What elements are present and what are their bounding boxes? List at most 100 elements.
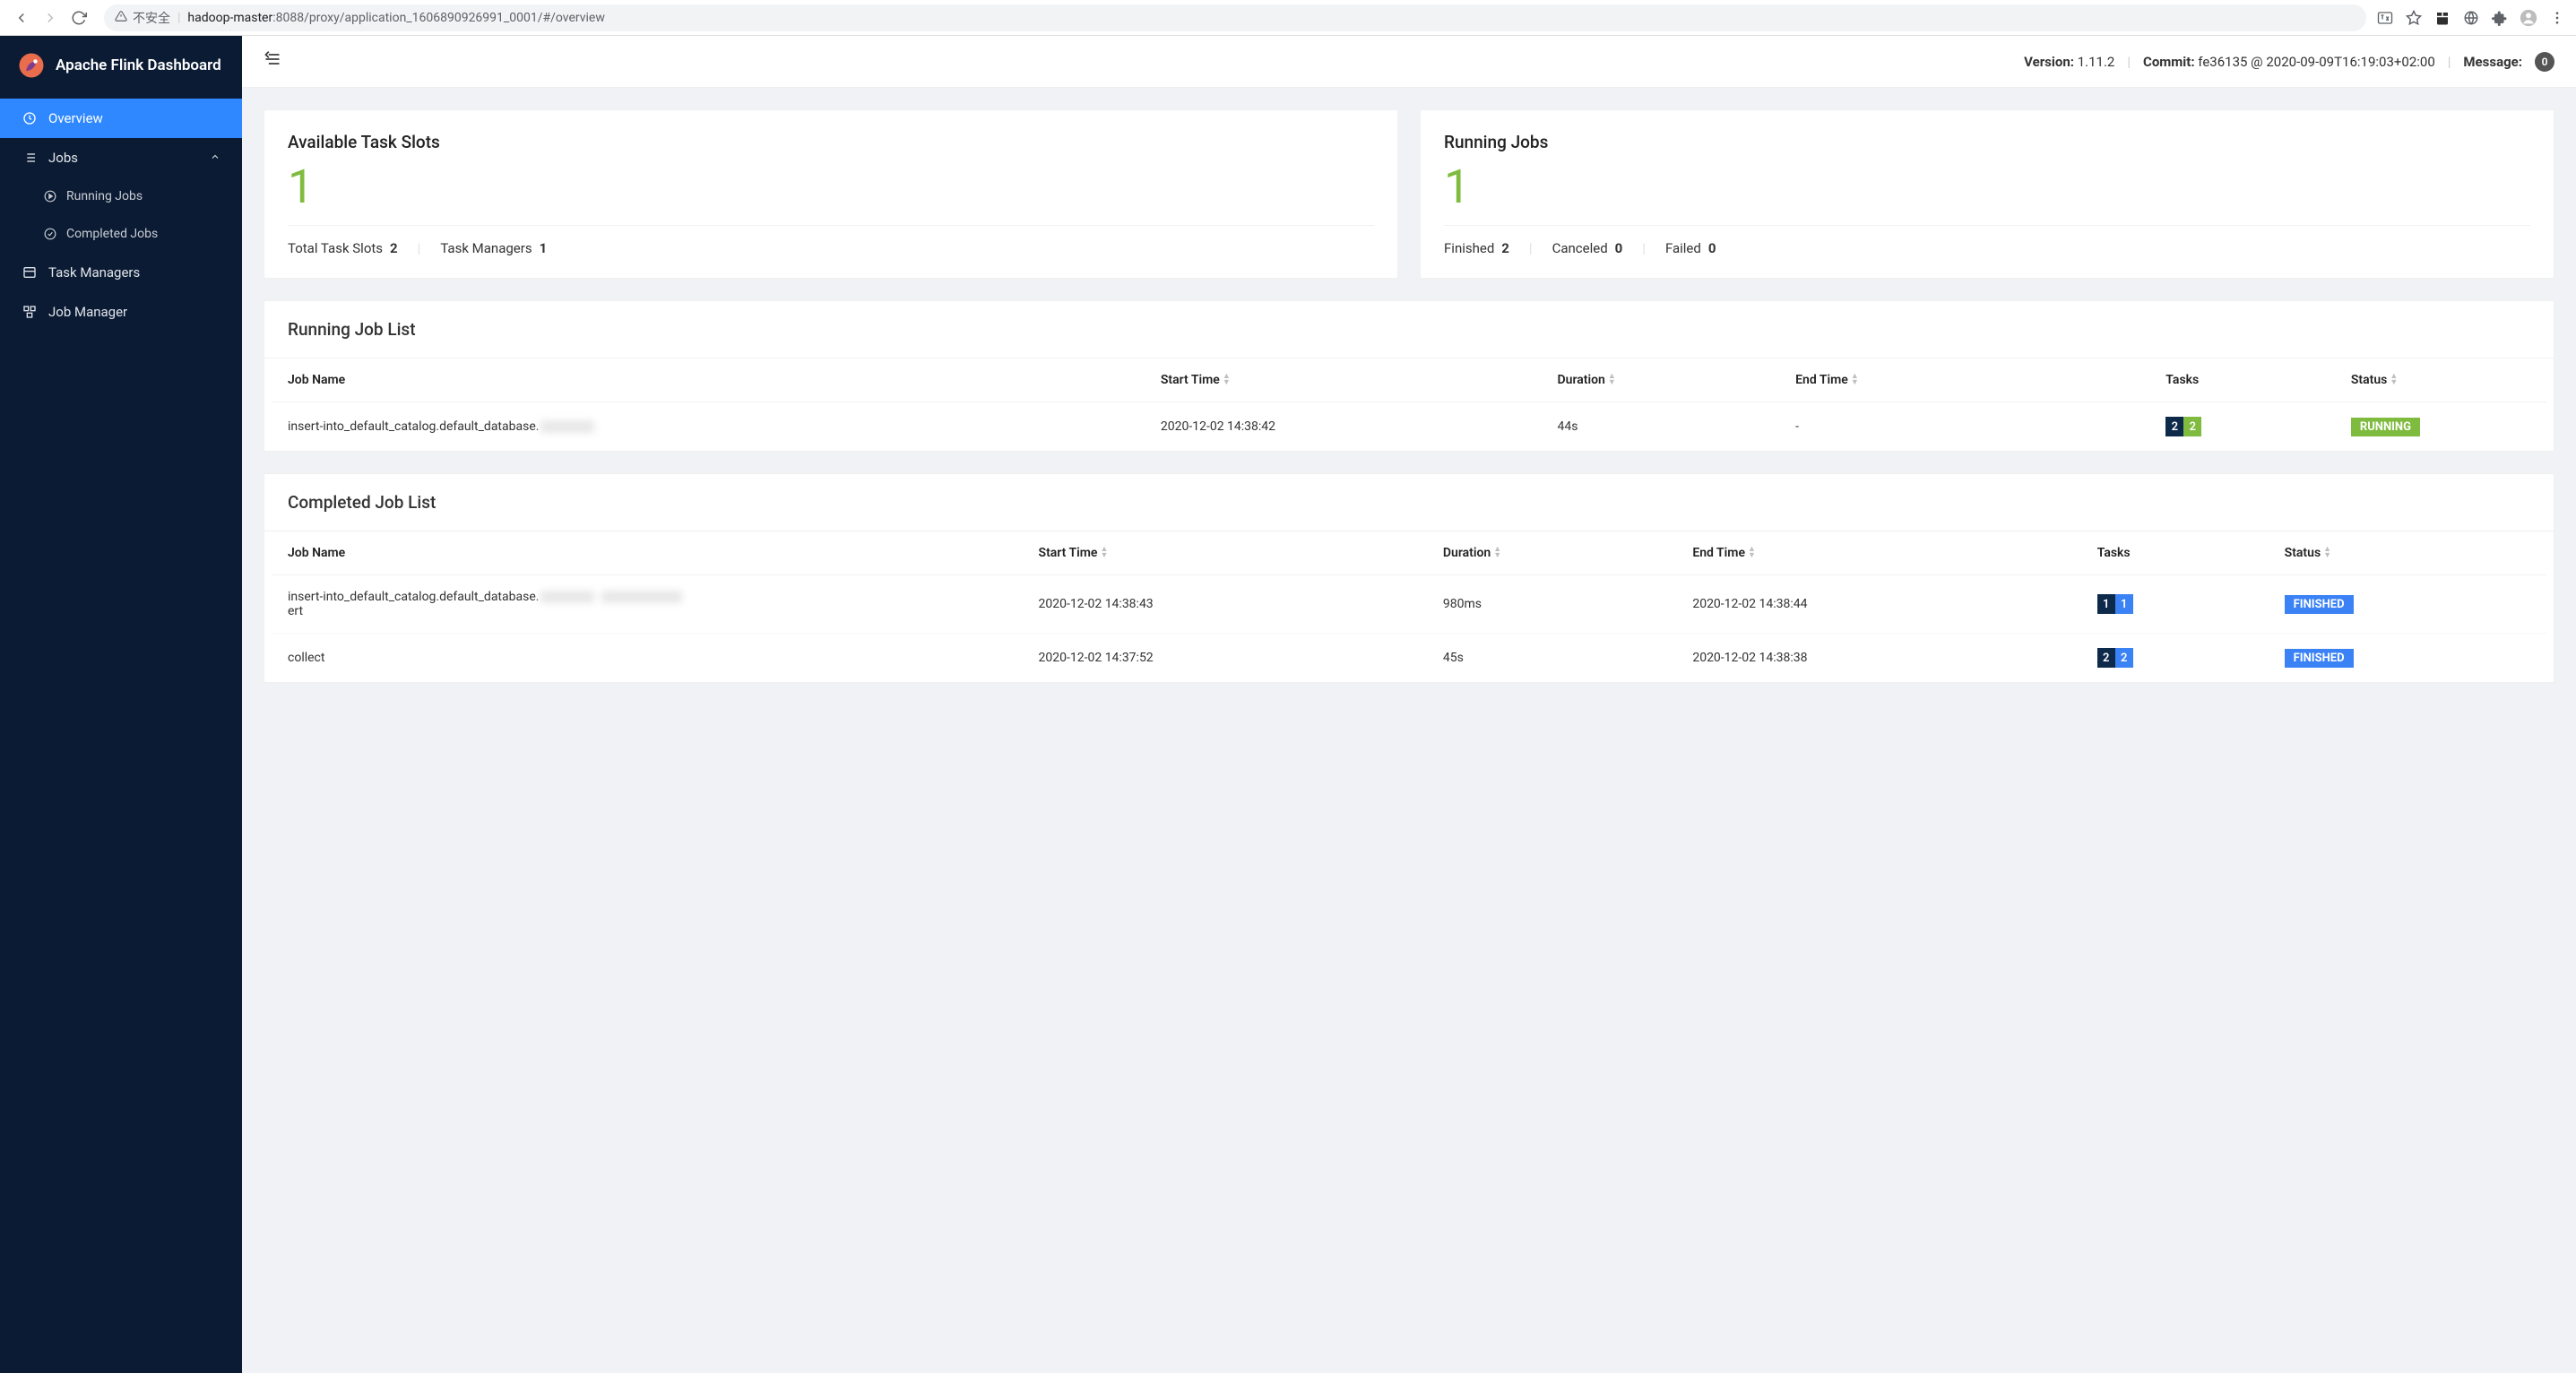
col-end-time[interactable]: End Time▲▼: [1779, 358, 2149, 402]
address-bar[interactable]: 不安全 | hadoop-master:8088/proxy/applicati…: [104, 4, 2366, 31]
chrome-toolbar-icons: [2375, 8, 2567, 28]
col-status[interactable]: Status▲▼: [2269, 531, 2546, 575]
cell-status: RUNNING: [2335, 402, 2546, 452]
col-job-name[interactable]: Job Name: [272, 531, 1023, 575]
col-tasks[interactable]: Tasks: [2081, 531, 2269, 575]
status-badge: FINISHED: [2285, 649, 2354, 668]
completed-jobs-table: Job Name Start Time▲▼ Duration▲▼ End Tim…: [272, 531, 2546, 682]
translate-icon[interactable]: [2375, 8, 2395, 28]
flink-logo-icon: [18, 52, 45, 79]
logo-row[interactable]: Apache Flink Dashboard: [0, 36, 242, 99]
task-count-badge: 2: [2183, 417, 2201, 436]
col-duration[interactable]: Duration▲▼: [1542, 358, 1780, 402]
topbar-divider: |: [2127, 54, 2131, 70]
nav-task-managers[interactable]: Task Managers: [0, 253, 242, 292]
reload-button[interactable]: [66, 5, 91, 30]
status-badge: FINISHED: [2285, 595, 2354, 614]
cell-duration: 45s: [1427, 634, 1676, 683]
cell-job-name: collect: [272, 634, 1023, 683]
nav-completed-jobs[interactable]: Completed Jobs: [0, 215, 242, 253]
task-count-badge: 1: [2115, 594, 2133, 614]
available-slots-value: 1: [288, 161, 1374, 212]
play-circle-icon: [43, 190, 57, 203]
nav-running-jobs[interactable]: Running Jobs: [0, 177, 242, 215]
col-tasks[interactable]: Tasks: [2149, 358, 2335, 402]
browser-chrome: 不安全 | hadoop-master:8088/proxy/applicati…: [0, 0, 2576, 36]
running-jobs-value: 1: [1444, 161, 2530, 212]
col-start-time[interactable]: Start Time▲▼: [1023, 531, 1427, 575]
message-count-badge[interactable]: 0: [2535, 52, 2554, 72]
status-badge: RUNNING: [2351, 418, 2420, 436]
commit-value: fe36135 @ 2020-09-09T16:19:03+02:00: [2198, 54, 2434, 70]
panel-title: Completed Job List: [264, 474, 2554, 531]
extensions-icon[interactable]: [2490, 8, 2510, 28]
col-duration[interactable]: Duration▲▼: [1427, 531, 1676, 575]
col-status[interactable]: Status▲▼: [2335, 358, 2546, 402]
sort-icon: ▲▼: [1608, 374, 1616, 386]
sidebar: Apache Flink Dashboard Overview Jobs Run…: [0, 36, 242, 1373]
cell-end-time: 2020-12-02 14:38:44: [1676, 575, 2080, 634]
back-button[interactable]: [9, 5, 34, 30]
col-start-time[interactable]: Start Time▲▼: [1145, 358, 1542, 402]
task-count-badge: 2: [2165, 417, 2183, 436]
address-divider: |: [177, 11, 180, 25]
chevron-up-icon: [210, 150, 220, 166]
sort-icon: ▲▼: [1851, 374, 1859, 386]
table-row[interactable]: insert-into_default_catalog.default_data…: [272, 402, 2546, 452]
sort-icon: ▲▼: [1100, 547, 1108, 559]
card-running-jobs: Running Jobs 1 Finished 2 | Canceled 0 |…: [1420, 109, 2554, 279]
sort-icon: ▲▼: [1748, 547, 1756, 559]
profile-icon[interactable]: [2519, 8, 2538, 28]
star-icon[interactable]: [2404, 8, 2424, 28]
cell-end-time: 2020-12-02 14:38:38: [1676, 634, 2080, 683]
cell-tasks: 11: [2081, 575, 2269, 634]
cell-job-name: insert-into_default_catalog.default_data…: [272, 575, 1023, 634]
commit-label: Commit:: [2143, 54, 2195, 70]
running-job-list-panel: Running Job List Job Name Start Time▲▼ D…: [264, 300, 2554, 452]
table-row[interactable]: collect 2020-12-02 14:37:52 45s 2020-12-…: [272, 634, 2546, 683]
sort-icon: ▲▼: [1493, 547, 1501, 559]
task-managers-label: Task Managers: [440, 240, 532, 256]
cell-tasks: 22: [2149, 402, 2335, 452]
card-title: Available Task Slots: [288, 132, 1374, 152]
task-count-badge: 1: [2097, 594, 2115, 614]
message-label: Message:: [2463, 54, 2522, 70]
col-end-time[interactable]: End Time▲▼: [1676, 531, 2080, 575]
failed-label: Failed: [1665, 240, 1701, 256]
nav-jobs[interactable]: Jobs: [0, 138, 242, 177]
card-title: Running Jobs: [1444, 132, 2530, 152]
cell-duration: 980ms: [1427, 575, 1676, 634]
finished-label: Finished: [1444, 240, 1494, 256]
nav-task-managers-label: Task Managers: [48, 264, 140, 281]
extension-globe-icon[interactable]: [2461, 8, 2481, 28]
sort-icon: ▲▼: [1223, 374, 1231, 386]
sort-icon: ▲▼: [2390, 374, 2398, 386]
running-jobs-table: Job Name Start Time▲▼ Duration▲▼ End Tim…: [272, 358, 2546, 451]
evernote-icon[interactable]: [2433, 8, 2452, 28]
finished-value: 2: [1501, 240, 1509, 256]
task-count-badge: 2: [2097, 648, 2115, 668]
redacted-text: [540, 591, 594, 603]
redacted-text: [601, 591, 682, 603]
topbar: Version: 1.11.2 | Commit: fe36135 @ 2020…: [242, 36, 2576, 88]
forward-button[interactable]: [38, 5, 63, 30]
cell-start-time: 2020-12-02 14:38:42: [1145, 402, 1542, 452]
card-task-slots: Available Task Slots 1 Total Task Slots …: [264, 109, 1398, 279]
canceled-label: Canceled: [1552, 240, 1608, 256]
nav-job-manager[interactable]: Job Manager: [0, 292, 242, 332]
list-icon: [22, 151, 38, 165]
table-row[interactable]: insert-into_default_catalog.default_data…: [272, 575, 2546, 634]
col-job-name[interactable]: Job Name: [272, 358, 1145, 402]
task-managers-value: 1: [540, 240, 548, 256]
check-circle-icon: [43, 228, 57, 240]
menu-toggle-icon[interactable]: [264, 51, 281, 73]
failed-value: 0: [1708, 240, 1716, 256]
redacted-text: [540, 420, 594, 433]
nav-overview[interactable]: Overview: [0, 99, 242, 138]
completed-job-list-panel: Completed Job List Job Name Start Time▲▼…: [264, 473, 2554, 683]
url-path: :8088/proxy/application_1606890926991_00…: [272, 11, 605, 25]
cell-start-time: 2020-12-02 14:38:43: [1023, 575, 1427, 634]
url-host: hadoop-master: [187, 11, 272, 25]
cell-start-time: 2020-12-02 14:37:52: [1023, 634, 1427, 683]
more-menu-icon[interactable]: [2547, 8, 2567, 28]
